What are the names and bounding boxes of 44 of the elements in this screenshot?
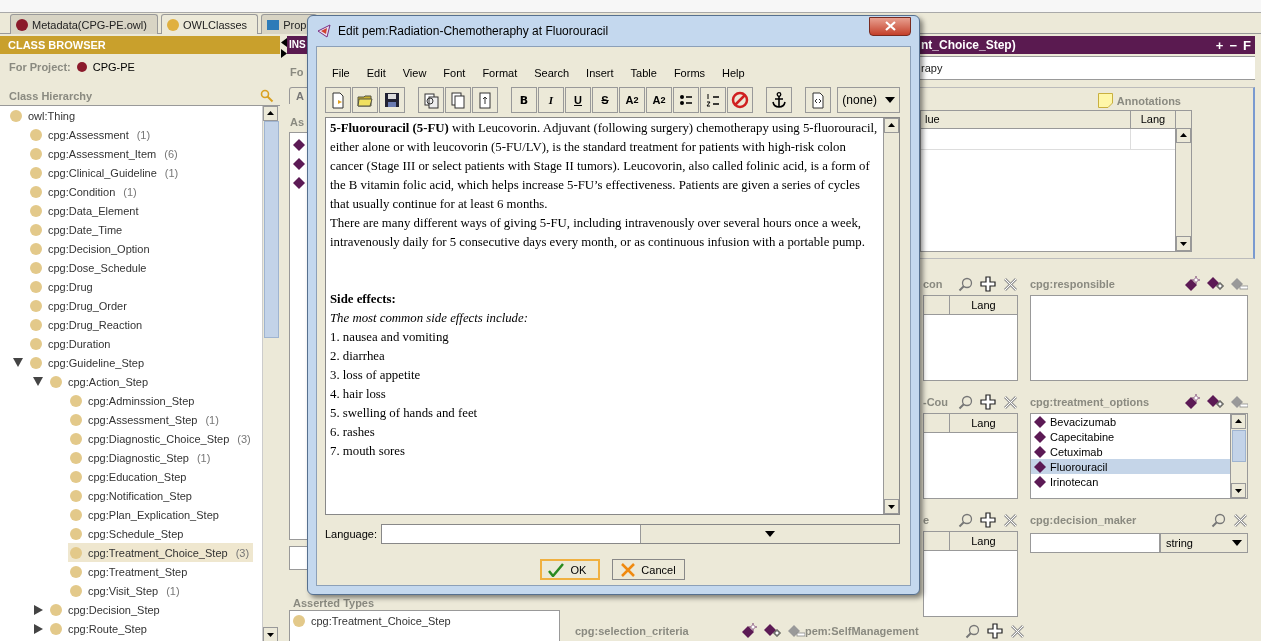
slot-label: con: [923, 278, 943, 290]
panel-title: CLASS BROWSER: [0, 36, 280, 54]
section-label: Class Hierarchy: [9, 90, 93, 102]
instance-count: (1): [166, 584, 180, 597]
paragraph: The most common side effects include:: [330, 310, 529, 327]
list-item: 4. hair loss: [330, 386, 387, 403]
list-item: 2. diarrhea: [330, 348, 386, 365]
paragraph: There are many different ways of giving 5-FU, including intravenously over several hours once a week, intravenously daily for 5 consecutive days every month, or as continuous infusion with a portable pump.: [330, 215, 866, 251]
slot-label: cpg:treatment_options: [1030, 396, 1150, 408]
slot-label: pem:SelfManagement: [805, 625, 919, 637]
section-label: Asserted Types: [292, 597, 375, 609]
slot-label: cpg:responsible: [1030, 278, 1115, 290]
instance-count: (3): [235, 546, 250, 559]
paragraph: 5-Fluorouracil (5-FU) with Leucovorin. Adjuvant (following surgery) chemotherapy using 5-fluorouracil, either alone or with leucovorin (5-FU/LV), is the standard treatment for patients with high-risk colon cancer (Stage III or select patients with Stage II tumors). Leucovorin, also called folinic acid, is a form of the B vitamin folic acid, which helps increase 5-FU’s effectiveness. Patients are given a series of cycles that usually continue for at least 6 months.: [330, 120, 879, 213]
list-item: 1. nausea and vomiting: [330, 329, 450, 346]
list-item: 5. swelling of hands and feet: [330, 405, 479, 422]
instance-count: (3): [237, 432, 251, 445]
project-label: For Project:: [9, 61, 71, 73]
list-item: 3. loss of appetite: [330, 367, 422, 384]
column-header: lue: [924, 112, 941, 127]
list-item: 7. mouth sores: [330, 443, 406, 460]
slot-label: -Cou: [923, 396, 949, 408]
heading: Side effects:: [330, 291, 397, 308]
instance-count: (6): [164, 147, 178, 160]
panel-title: nt_Choice_Step): [921, 38, 1016, 52]
slot-label: e: [923, 514, 930, 526]
list-item: 6. rashes: [330, 424, 376, 441]
instance-count: (1): [123, 185, 137, 198]
section-label: Annotations: [1116, 94, 1181, 107]
slot-label: cpg:decision_maker: [1030, 514, 1137, 526]
instance-count: (1): [164, 166, 179, 179]
slot-label: cpg:selection_criteria: [575, 625, 689, 637]
section-label: As: [289, 116, 305, 128]
instance-count: (1): [205, 413, 219, 426]
section-label: Fo: [289, 66, 304, 78]
field-label: Language:: [325, 528, 377, 540]
project-name: CPG-PE: [92, 61, 135, 73]
column-header: Lang: [970, 534, 997, 549]
window-title: Edit pem:Radiation-Chemotheraphy at Fluorouracil: [338, 24, 609, 38]
instance-count: (1): [196, 451, 211, 464]
column-header: Lang: [970, 298, 997, 313]
instance-count: (1): [136, 128, 151, 141]
panel-title: INS: [289, 38, 306, 52]
column-header: Lang: [970, 416, 997, 431]
